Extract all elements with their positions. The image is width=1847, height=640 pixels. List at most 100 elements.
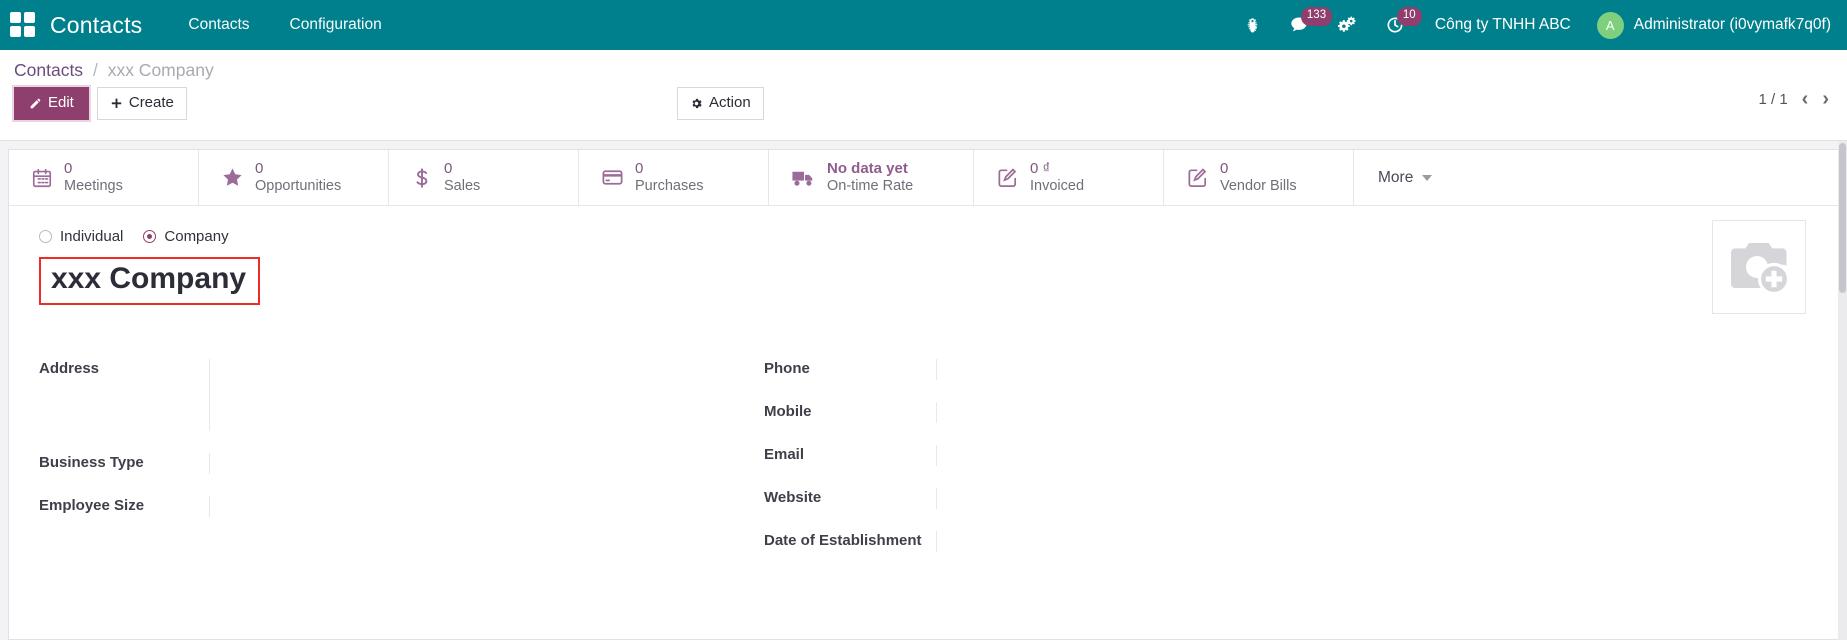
pager: 1 / 1 ‹ › <box>1758 89 1829 109</box>
control-panel: Contacts / xxx Company Edit Create Actio… <box>0 50 1847 141</box>
menu-item-contacts[interactable]: Contacts <box>188 16 249 34</box>
field-value-address[interactable] <box>209 359 764 431</box>
vertical-scrollbar[interactable] <box>1838 141 1847 640</box>
menu-item-configuration[interactable]: Configuration <box>290 16 382 34</box>
activity-clock-icon[interactable]: 10 <box>1371 0 1419 50</box>
field-value-business-type[interactable] <box>209 453 764 474</box>
credit-card-icon <box>601 166 624 189</box>
pager-count[interactable]: 1 / 1 <box>1758 91 1787 108</box>
stat-text: 0 Meetings <box>64 160 123 195</box>
stat-more-label: More <box>1378 169 1413 187</box>
stat-text: 0 Sales <box>444 160 480 195</box>
form-column-left: Address Business Type Employee Size <box>39 359 764 574</box>
stat-label: Vendor Bills <box>1220 178 1297 195</box>
stat-button-sales[interactable]: 0 Sales <box>389 150 579 205</box>
stat-label: On-time Rate <box>827 178 913 195</box>
field-label-address: Address <box>39 359 209 377</box>
edit-button-label: Edit <box>48 93 74 113</box>
pencil-square-icon <box>996 166 1019 189</box>
stat-button-opportunities[interactable]: 0 Opportunities <box>199 150 389 205</box>
radio-option-company[interactable]: Company <box>143 228 228 245</box>
apps-grid-cell <box>10 12 21 23</box>
stat-button-purchases[interactable]: 0 Purchases <box>579 150 769 205</box>
stat-button-on-time-rate[interactable]: No data yet On-time Rate <box>769 150 974 205</box>
field-row-date-of-establishment: Date of Establishment <box>764 531 1489 552</box>
radio-dot-company[interactable] <box>143 230 156 243</box>
field-value-employee-size[interactable] <box>209 496 764 517</box>
field-row-address: Address <box>39 359 764 431</box>
form-columns: Address Business Type Employee Size Phon <box>39 359 1808 574</box>
stat-text: 0 Purchases <box>635 160 704 195</box>
radio-option-individual[interactable]: Individual <box>39 228 123 245</box>
stat-button-box: 0 Meetings 0 Opportunities <box>9 150 1838 206</box>
stat-label: Purchases <box>635 178 704 195</box>
control-panel-buttons: Edit Create Action 1 / 1 ‹ › <box>14 87 1833 120</box>
chevron-left-icon[interactable]: ‹ <box>1802 89 1809 109</box>
edit-button[interactable]: Edit <box>14 87 89 120</box>
user-name-label: Administrator (i0vymafk7q0f) <box>1634 16 1831 34</box>
stat-button-meetings[interactable]: 0 Meetings <box>9 150 199 205</box>
action-button[interactable]: Action <box>677 87 764 120</box>
navbar-right-group: 133 10 Công ty TNHH ABC A Administrator … <box>1230 0 1831 50</box>
create-button-label: Create <box>129 93 174 113</box>
bug-icon[interactable] <box>1230 0 1275 50</box>
apps-grid-icon[interactable] <box>10 12 36 38</box>
field-value-date-of-establishment[interactable] <box>936 531 1489 552</box>
caret-down-icon <box>1422 175 1432 181</box>
chevron-right-icon[interactable]: › <box>1822 89 1829 109</box>
action-button-label: Action <box>709 93 751 113</box>
field-row-phone: Phone <box>764 359 1489 380</box>
app-brand-title[interactable]: Contacts <box>50 12 142 39</box>
field-label-phone: Phone <box>764 359 936 377</box>
stat-button-invoiced[interactable]: 0 ₫ Invoiced <box>974 150 1164 205</box>
field-label-mobile: Mobile <box>764 402 936 420</box>
stat-label: Meetings <box>64 178 123 195</box>
camera-add-icon <box>1728 240 1790 294</box>
breadcrumb-current: xxx Company <box>108 60 214 80</box>
field-row-website: Website <box>764 488 1489 509</box>
field-value-mobile[interactable] <box>936 402 1489 423</box>
stat-button-vendor-bills[interactable]: 0 Vendor Bills <box>1164 150 1354 205</box>
chat-icon[interactable]: 133 <box>1275 0 1323 50</box>
stat-label: Opportunities <box>255 178 341 195</box>
truck-icon <box>791 167 816 189</box>
gears-glyph <box>1337 16 1357 34</box>
field-label-email: Email <box>764 445 936 463</box>
avatar: A <box>1597 12 1624 39</box>
scrollbar-thumb[interactable] <box>1839 143 1846 293</box>
stat-text: No data yet On-time Rate <box>827 160 913 195</box>
breadcrumb: Contacts / xxx Company <box>14 60 1833 81</box>
field-row-email: Email <box>764 445 1489 466</box>
photo-placeholder[interactable] <box>1712 220 1806 314</box>
radio-label-company: Company <box>164 228 228 245</box>
gear-icon <box>690 97 703 110</box>
company-type-radio-group: Individual Company <box>39 228 1808 245</box>
form-sheet-container: 0 Meetings 0 Opportunities <box>0 141 1847 640</box>
pencil-square-icon <box>1186 166 1209 189</box>
field-value-website[interactable] <box>936 488 1489 509</box>
stat-value: 0 ₫ <box>1030 160 1084 178</box>
stat-value: 0 <box>1220 160 1297 178</box>
field-value-phone[interactable] <box>936 359 1489 380</box>
field-label-website: Website <box>764 488 936 506</box>
top-navbar: Contacts Contacts Configuration 133 <box>0 0 1847 50</box>
apps-grid-cell <box>24 26 35 37</box>
apps-grid-cell <box>10 26 21 37</box>
active-company-name[interactable]: Công ty TNHH ABC <box>1435 16 1571 34</box>
radio-dot-individual[interactable] <box>39 230 52 243</box>
gears-icon[interactable] <box>1323 0 1371 50</box>
company-name-value[interactable]: xxx Company <box>51 262 246 297</box>
form-sheet: 0 Meetings 0 Opportunities <box>8 149 1839 640</box>
field-value-email[interactable] <box>936 445 1489 466</box>
form-body: Individual Company xxx Company <box>9 206 1838 574</box>
apps-grid-cell <box>24 12 35 23</box>
field-label-date-of-establishment: Date of Establishment <box>764 531 936 549</box>
breadcrumb-root-link[interactable]: Contacts <box>14 60 83 80</box>
stat-value: No data yet <box>827 160 913 178</box>
user-menu[interactable]: A Administrator (i0vymafk7q0f) <box>1591 12 1831 39</box>
stat-label: Invoiced <box>1030 178 1084 195</box>
star-icon <box>221 166 244 189</box>
stat-button-more[interactable]: More <box>1354 150 1456 205</box>
create-button[interactable]: Create <box>97 87 187 120</box>
stat-value: 0 <box>444 160 480 178</box>
